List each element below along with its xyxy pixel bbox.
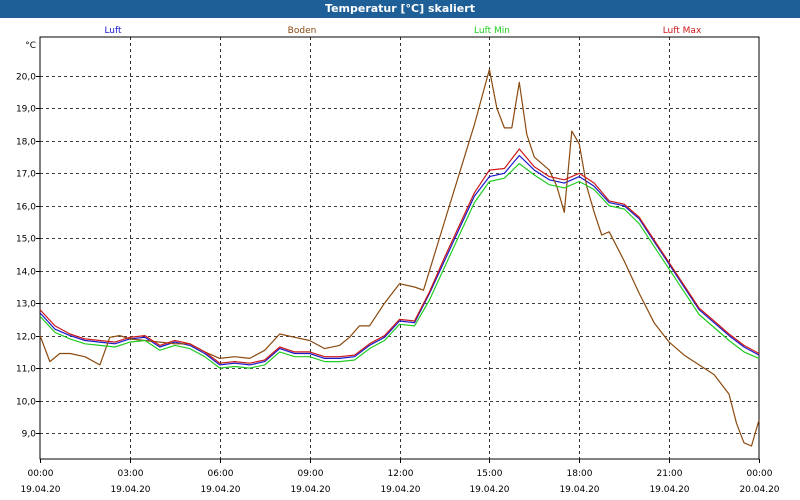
x-tick-time-label: 00:00 — [28, 469, 54, 479]
plot-frame — [39, 36, 760, 460]
y-tick-label: 13,0 — [16, 300, 36, 310]
y-tick-label: 17,0 — [16, 170, 36, 180]
x-tick-date-label: 19.04.20 — [290, 485, 330, 495]
x-tick-time-label: 18:00 — [567, 469, 593, 479]
x-tick-date-label: 19.04.20 — [20, 485, 60, 495]
x-tick-date-label: 19.04.20 — [200, 485, 240, 495]
x-tick-time-label: 09:00 — [298, 469, 324, 479]
y-tick-label: 18,0 — [16, 138, 36, 148]
y-tick-label: 20,0 — [16, 73, 36, 83]
series-line-boden — [39, 68, 760, 447]
x-tick-time-label: 12:00 — [388, 469, 414, 479]
x-tick-time-label: 06:00 — [208, 469, 234, 479]
y-tick-label: 15,0 — [16, 235, 36, 245]
legend-layer: Luft Boden Luft Min Luft Max — [104, 26, 702, 36]
x-tick-date-label: 19.04.20 — [469, 485, 509, 495]
legend-luft-min: Luft Min — [474, 26, 510, 36]
grid-layer — [40, 37, 759, 459]
x-tick-date-label: 19.04.20 — [649, 485, 689, 495]
y-tick-label: 10,0 — [16, 398, 36, 408]
x-tick-time-label: 15:00 — [477, 469, 503, 479]
x-tick-date-label: 19.04.20 — [380, 485, 420, 495]
x-tick-date-label: 19.04.20 — [110, 485, 150, 495]
x-tick-time-label: 00:00 — [747, 469, 773, 479]
y-tick-label: 12,0 — [16, 333, 36, 343]
y-axis-unit: °C — [25, 41, 36, 51]
legend-luft: Luft — [104, 26, 122, 36]
temperature-chart: 9,0 10,0 11,0 12,0 13,0 14,0 15,0 16,0 17,0 18,0 1… — [16, 26, 780, 495]
y-tick-label: 19,0 — [16, 105, 36, 115]
y-tick-label: 16,0 — [16, 203, 36, 213]
series-line-luft-max — [39, 148, 760, 364]
series-line-luft — [39, 154, 760, 366]
legend-luft-max: Luft Max — [663, 26, 702, 36]
y-tick-label: 9,0 — [22, 430, 37, 440]
x-tick-date-label: 19.04.20 — [559, 485, 599, 495]
y-tick-label: 11,0 — [16, 365, 36, 375]
legend-boden: Boden — [288, 26, 317, 36]
x-tick-date-label: 20.04.20 — [739, 485, 779, 495]
y-tick-label: 14,0 — [16, 268, 36, 278]
x-tick-time-label: 03:00 — [118, 469, 144, 479]
series-layer — [39, 68, 760, 447]
x-tick-time-label: 21:00 — [657, 469, 683, 479]
